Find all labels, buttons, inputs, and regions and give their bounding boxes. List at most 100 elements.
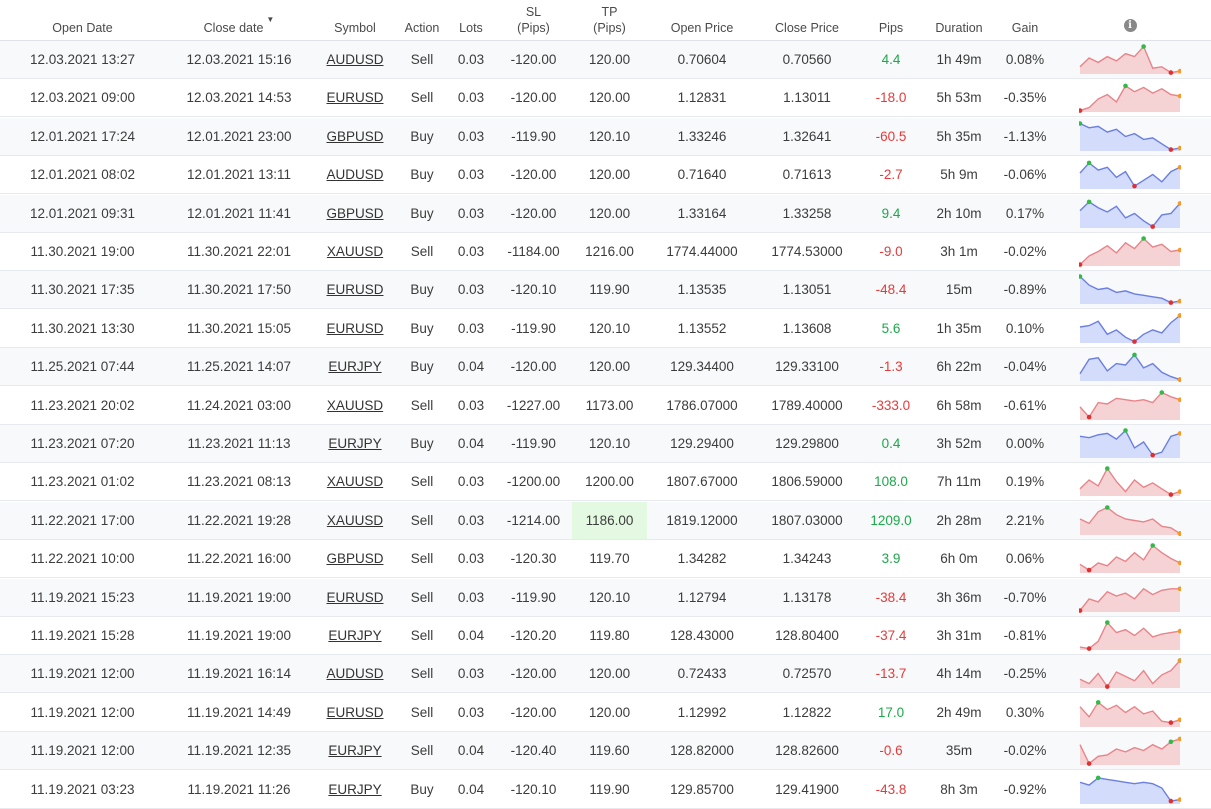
table-row[interactable]: 11.22.2021 10:00 11.22.2021 16:00 GBPUSD Se… — [0, 540, 1211, 579]
info-icon[interactable]: i — [1123, 19, 1137, 32]
cell-close-date-text: 12.01.2021 11:41 — [186, 205, 292, 221]
trade-sparkline — [1079, 504, 1181, 536]
symbol-link[interactable]: GBPUSD — [326, 551, 383, 566]
trade-sparkline — [1079, 428, 1181, 458]
table-row[interactable]: 11.30.2021 17:35 11.30.2021 17:50 EURUSD Bu… — [0, 271, 1211, 310]
header-open-price[interactable]: Open Price — [647, 0, 757, 40]
symbol-link[interactable]: XAUUSD — [327, 513, 383, 528]
symbol-link[interactable]: AUDUSD — [326, 666, 383, 681]
header-tp[interactable]: TP (Pips) — [572, 0, 647, 40]
table-row[interactable]: 11.19.2021 12:00 11.19.2021 14:49 EURUSD Se… — [0, 694, 1211, 732]
cell-open-price: 129.85700 — [647, 771, 757, 808]
symbol-link[interactable]: AUDUSD — [326, 52, 383, 67]
cell-lots: 0.03 — [447, 79, 495, 116]
cell-symbol[interactable]: EURJPY — [313, 425, 397, 462]
cell-pips: 4.4 — [857, 41, 925, 78]
symbol-link[interactable]: EURJPY — [328, 782, 381, 797]
cell-symbol[interactable]: XAUUSD — [313, 502, 397, 539]
cell-gain-text: -0.04% — [1003, 359, 1047, 375]
cell-gain-text: 0.10% — [1005, 320, 1045, 336]
cell-gain-text: 0.17% — [1005, 205, 1045, 221]
table-row[interactable]: 11.19.2021 03:23 11.19.2021 11:26 EURJPY Bu… — [0, 771, 1211, 809]
table-row[interactable]: 12.01.2021 08:02 12.01.2021 13:11 AUDUSD Bu… — [0, 156, 1211, 195]
cell-symbol[interactable]: EURUSD — [313, 694, 397, 731]
cell-symbol[interactable]: EURUSD — [313, 579, 397, 616]
symbol-link[interactable]: EURJPY — [328, 628, 381, 643]
symbol-link[interactable]: XAUUSD — [327, 244, 383, 259]
table-row[interactable]: 11.19.2021 15:28 11.19.2021 19:00 EURJPY Se… — [0, 617, 1211, 655]
symbol-link[interactable]: EURJPY — [328, 436, 381, 451]
cell-open-price: 129.34400 — [647, 348, 757, 385]
header-gain[interactable]: Gain — [993, 0, 1057, 40]
cell-pips-text: -43.8 — [875, 781, 907, 797]
header-lots[interactable]: Lots — [447, 0, 495, 40]
table-row[interactable]: 11.25.2021 07:44 11.25.2021 14:07 EURJPY Bu… — [0, 348, 1211, 387]
cell-symbol[interactable]: EURJPY — [313, 732, 397, 769]
cell-open-price: 1.12992 — [647, 694, 757, 731]
cell-symbol[interactable]: GBPUSD — [313, 118, 397, 155]
cell-lots: 0.03 — [447, 463, 495, 500]
table-row[interactable]: 11.19.2021 12:00 11.19.2021 16:14 AUDUSD Se… — [0, 655, 1211, 694]
cell-symbol[interactable]: AUDUSD — [313, 41, 397, 78]
cell-tp-text: 120.10 — [588, 589, 631, 605]
cell-close-price-text: 128.82600 — [775, 743, 839, 759]
header-action[interactable]: Action — [397, 0, 447, 40]
header-open-date[interactable]: Open Date — [0, 0, 165, 40]
table-row[interactable]: 11.19.2021 12:00 11.19.2021 12:35 EURJPY Se… — [0, 732, 1211, 771]
cell-symbol[interactable]: EURJPY — [313, 771, 397, 808]
table-row[interactable]: 12.01.2021 17:24 12.01.2021 23:00 GBPUSD Bu… — [0, 117, 1211, 156]
symbol-link[interactable]: EURUSD — [326, 705, 383, 720]
table-row[interactable]: 12.03.2021 13:27 12.03.2021 15:16 AUDUSD Se… — [0, 41, 1211, 79]
symbol-link[interactable]: AUDUSD — [326, 167, 383, 182]
cell-lots: 0.04 — [447, 425, 495, 462]
table-row[interactable]: 11.23.2021 07:20 11.23.2021 11:13 EURJPY Bu… — [0, 425, 1211, 463]
header-symbol[interactable]: Symbol — [313, 0, 397, 40]
cell-open-price-text: 1.12831 — [677, 90, 727, 106]
cell-tp-text: 120.00 — [588, 666, 631, 682]
cell-symbol[interactable]: EURUSD — [313, 271, 397, 308]
cell-symbol[interactable]: AUDUSD — [313, 655, 397, 692]
cell-gain-text: 0.06% — [1005, 551, 1045, 567]
cell-symbol[interactable]: EURJPY — [313, 617, 397, 654]
table-row[interactable]: 11.22.2021 17:00 11.22.2021 19:28 XAUUSD Se… — [0, 501, 1211, 540]
header-duration[interactable]: Duration — [925, 0, 993, 40]
header-info[interactable]: i — [1080, 0, 1180, 40]
symbol-link[interactable]: EURUSD — [326, 90, 383, 105]
symbol-link[interactable]: EURJPY — [328, 359, 381, 374]
cell-lots-text: 0.03 — [457, 551, 485, 567]
cell-symbol[interactable]: XAUUSD — [313, 387, 397, 424]
cell-symbol[interactable]: GBPUSD — [313, 195, 397, 232]
cell-symbol[interactable]: XAUUSD — [313, 463, 397, 500]
table-row[interactable]: 11.30.2021 13:30 11.30.2021 15:05 EURUSD Bu… — [0, 310, 1211, 348]
sparkline-high-dot — [1159, 389, 1165, 395]
symbol-link[interactable]: EURUSD — [326, 321, 383, 336]
table-row[interactable]: 12.03.2021 09:00 12.03.2021 14:53 EURUSD Se… — [0, 79, 1211, 118]
cell-symbol[interactable]: GBPUSD — [313, 540, 397, 577]
header-close-price[interactable]: Close Price — [757, 0, 857, 40]
cell-symbol[interactable]: EURJPY — [313, 348, 397, 385]
header-pips[interactable]: Pips — [857, 0, 925, 40]
header-sl[interactable]: SL (Pips) — [495, 0, 572, 40]
cell-symbol[interactable]: XAUUSD — [313, 233, 397, 270]
cell-symbol[interactable]: EURUSD — [313, 310, 397, 347]
symbol-link[interactable]: GBPUSD — [326, 129, 383, 144]
cell-symbol[interactable]: EURUSD — [313, 79, 397, 116]
table-row[interactable]: 12.01.2021 09:31 12.01.2021 11:41 GBPUSD Bu… — [0, 194, 1211, 233]
table-row[interactable]: 11.19.2021 15:23 11.19.2021 19:00 EURUSD Se… — [0, 578, 1211, 617]
symbol-link[interactable]: EURUSD — [326, 282, 383, 297]
cell-symbol[interactable]: AUDUSD — [313, 156, 397, 193]
table-row[interactable]: 11.23.2021 01:02 11.23.2021 08:13 XAUUSD Se… — [0, 463, 1211, 502]
symbol-link[interactable]: EURJPY — [328, 743, 381, 758]
cell-lots-text: 0.04 — [457, 628, 485, 643]
table-row[interactable]: 11.30.2021 19:00 11.30.2021 22:01 XAUUSD Se… — [0, 233, 1211, 271]
cell-tp: 120.00 — [572, 41, 647, 78]
cell-open-date: 11.30.2021 19:00 — [0, 233, 165, 270]
symbol-link[interactable]: EURUSD — [326, 590, 383, 605]
symbol-link[interactable]: XAUUSD — [327, 398, 383, 413]
header-close-date[interactable]: Close date ▼ — [165, 0, 313, 40]
table-row[interactable]: 11.23.2021 20:02 11.24.2021 03:00 XAUUSD Se… — [0, 387, 1211, 425]
symbol-link[interactable]: XAUUSD — [327, 474, 383, 489]
symbol-link[interactable]: GBPUSD — [326, 206, 383, 221]
cell-open-date-text: 11.19.2021 15:23 — [30, 589, 135, 605]
cell-close-date: 11.23.2021 11:13 — [165, 425, 313, 462]
